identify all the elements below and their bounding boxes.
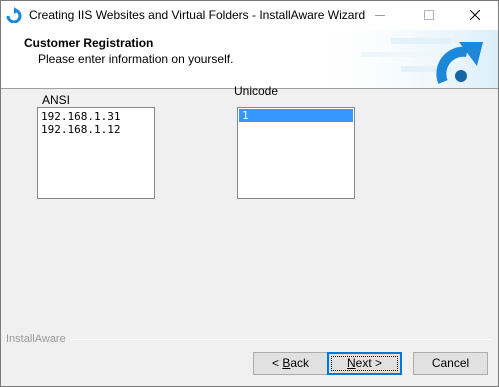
window-title: Creating IIS Websites and Virtual Folder… xyxy=(29,8,366,22)
page-subtitle: Please enter information on yourself. xyxy=(38,52,234,66)
installaware-app-icon xyxy=(6,7,22,23)
unicode-listbox[interactable]: 1 xyxy=(237,107,355,199)
installaware-banner-icon xyxy=(301,30,498,88)
close-button[interactable] xyxy=(452,1,498,30)
cancel-button[interactable]: Cancel xyxy=(413,352,488,375)
ansi-label: ANSI xyxy=(42,93,71,107)
maximize-button[interactable] xyxy=(406,1,452,30)
wizard-window: Creating IIS Websites and Virtual Folder… xyxy=(0,0,499,387)
back-button[interactable]: < Back xyxy=(253,352,328,375)
list-item-selected[interactable]: 1 xyxy=(239,109,353,122)
focus-rectangle xyxy=(331,356,398,371)
installaware-brand-label: InstallAware xyxy=(6,333,70,345)
next-button[interactable]: Next > xyxy=(327,352,402,375)
title-bar[interactable]: Creating IIS Websites and Virtual Folder… xyxy=(1,1,498,30)
back-rest: ack xyxy=(290,356,310,370)
minimize-icon xyxy=(375,15,385,16)
ansi-listbox[interactable]: 192.168.1.31 192.168.1.12 xyxy=(37,107,155,199)
wizard-header: Customer Registration Please enter infor… xyxy=(1,30,498,89)
unicode-label: Unicode xyxy=(234,84,279,98)
close-icon xyxy=(470,10,480,20)
list-item[interactable]: 192.168.1.12 xyxy=(41,123,151,136)
maximize-icon xyxy=(424,10,434,20)
page-title: Customer Registration xyxy=(24,36,154,50)
footer-divider xyxy=(71,339,492,340)
back-prefix: < xyxy=(271,356,283,370)
minimize-button[interactable] xyxy=(357,1,403,30)
list-item[interactable]: 192.168.1.31 xyxy=(41,110,151,123)
